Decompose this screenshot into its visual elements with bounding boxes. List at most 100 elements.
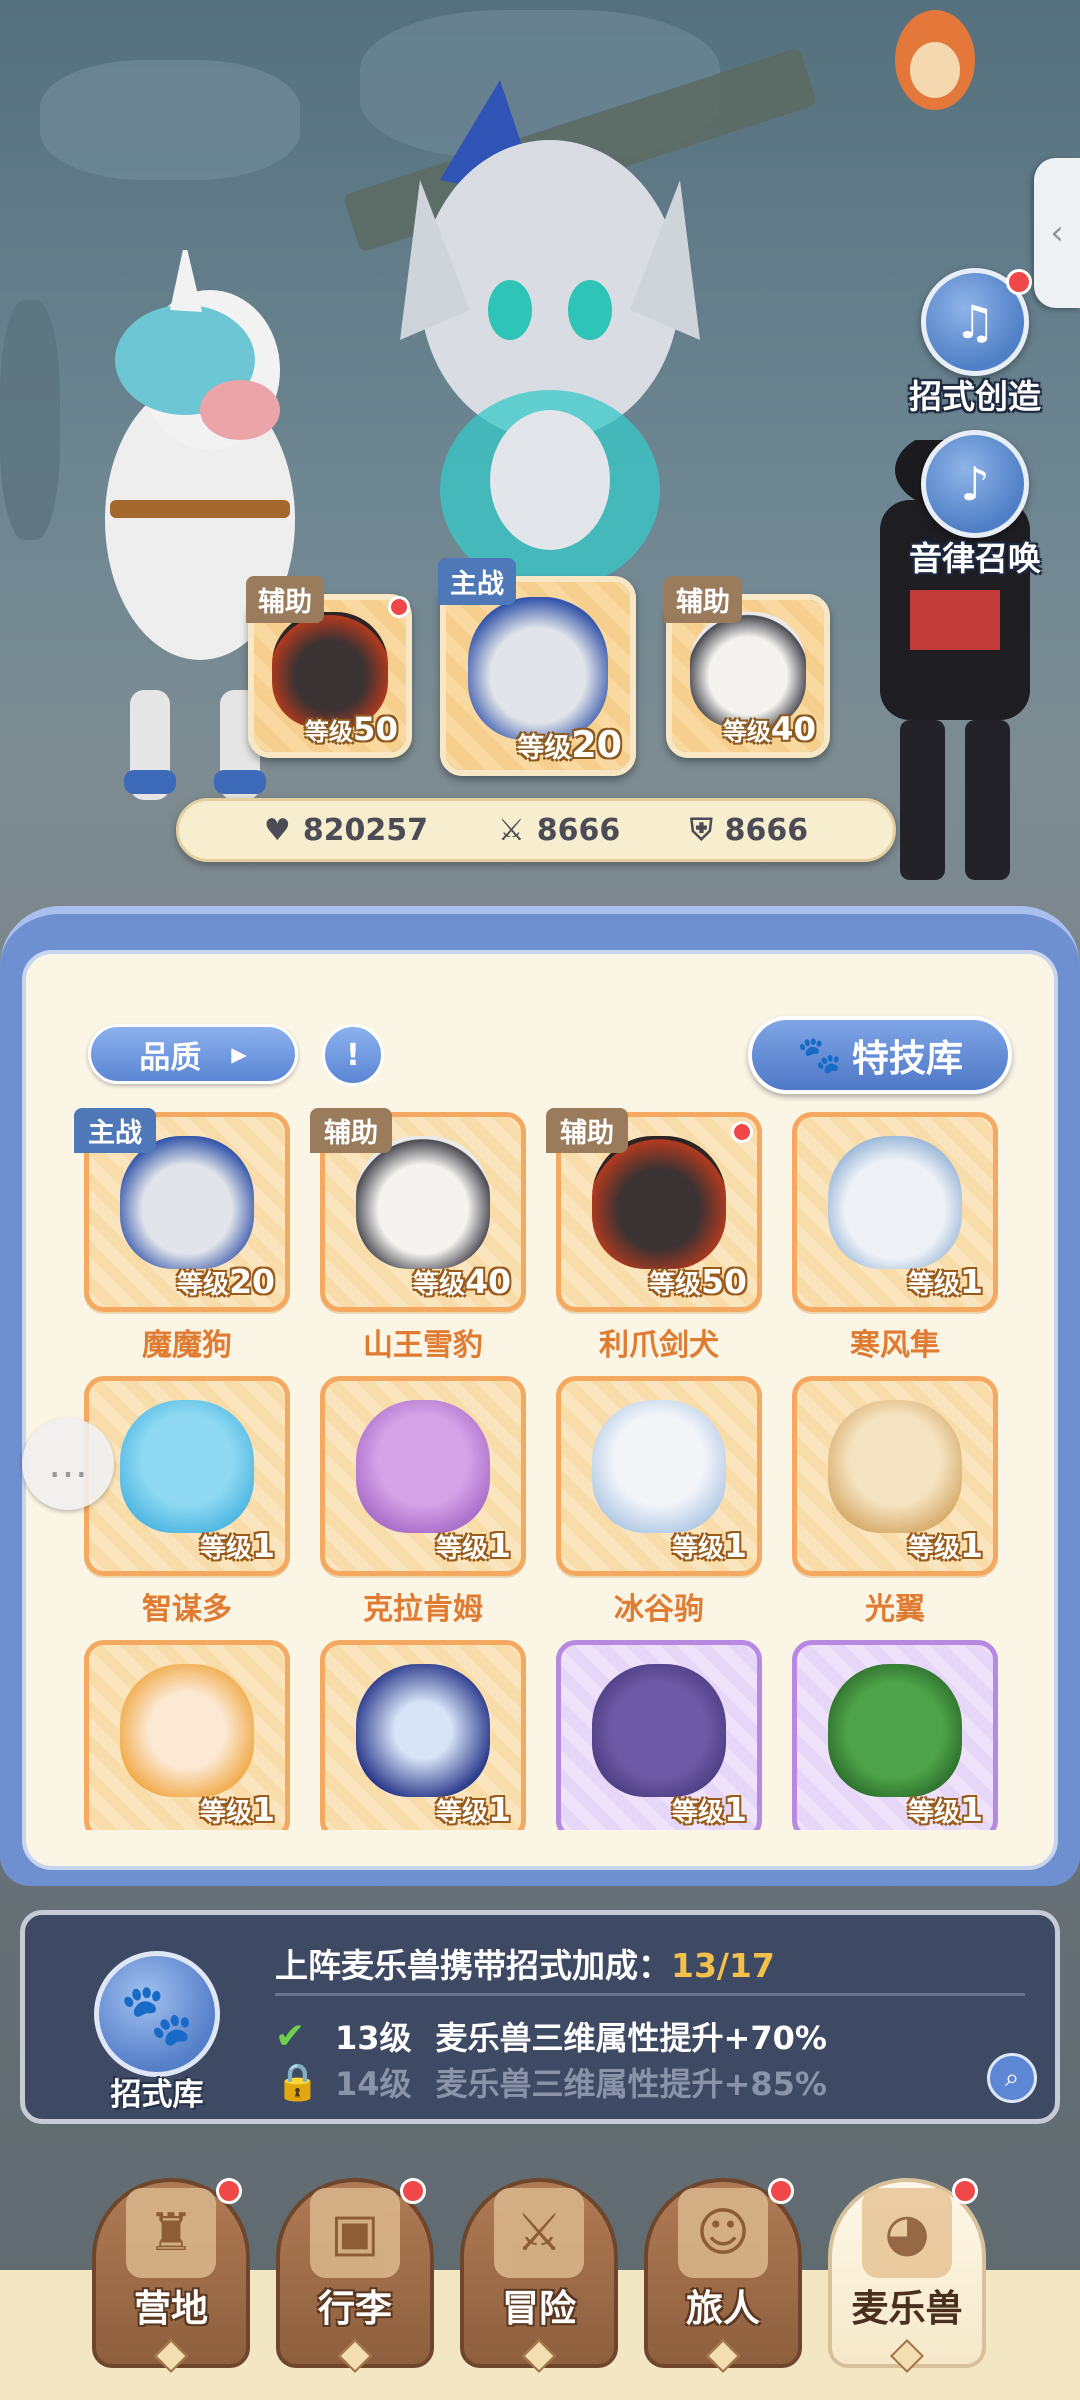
notification-dot: [1006, 269, 1032, 295]
melody-summon-label: 音律召唤: [909, 539, 1041, 578]
stat-defense: ⛨ 8666: [690, 812, 809, 848]
monster-grid: 主战 等级20 魔魔狗 辅助 等级40 山王雪豹 辅助 等级50 利爪剑犬 等级…: [60, 1100, 1020, 1830]
notification-dot: [388, 596, 410, 618]
monster-level: 等级40: [413, 1262, 511, 1301]
sort-icon: !: [346, 1037, 360, 1073]
monster-role-tag: 辅助: [310, 1108, 392, 1153]
monster-name: 利爪剑犬: [599, 1328, 719, 1363]
chat-icon: …: [48, 1441, 88, 1487]
monster-level: 等级50: [649, 1262, 747, 1301]
magnifier-icon: ⌕: [1004, 2062, 1020, 2093]
monster-card[interactable]: 等级1 克拉肯姆: [320, 1376, 526, 1628]
nav-adventure[interactable]: ⚔ 冒险: [460, 2178, 618, 2373]
beast-face-icon: ◕: [862, 2188, 952, 2278]
monster-portrait: [356, 1664, 490, 1797]
monster-portrait: [120, 1400, 254, 1533]
team-slot-support-2[interactable]: 辅助 等级40: [664, 576, 830, 758]
paw-icon: 🐾: [94, 1951, 220, 2077]
monster-level: 等级1: [200, 1526, 275, 1565]
divider: [275, 1993, 1025, 1996]
monster-level: 等级1: [908, 1526, 983, 1565]
monster-portrait: [828, 1136, 962, 1269]
monster-card[interactable]: 等级1 寒风隼: [792, 1112, 998, 1364]
nav-camp[interactable]: ♜ 营地: [92, 2178, 250, 2373]
lyre-icon: ♪: [921, 430, 1029, 538]
monster-portrait: [468, 597, 608, 740]
lock-icon: 🔒: [275, 2062, 320, 2103]
move-library-label: 招式库: [110, 2077, 204, 2113]
stat-hp: ♥ 820257: [263, 812, 429, 848]
skill-library-label: 特技库: [851, 1037, 963, 1080]
monster-level: 等级1: [436, 1526, 511, 1565]
quality-filter-label: 品质: [139, 1039, 202, 1076]
monster-portrait: [592, 1136, 726, 1269]
team-stats-bar: ♥ 820257 ⚔ 8666 ⛨ 8666: [176, 798, 896, 862]
slot-role-tag: 主战: [438, 558, 516, 605]
move-library-button[interactable]: 🐾 招式库: [87, 1951, 227, 2114]
monster-portrait: [120, 1664, 254, 1797]
paw-icon: 🐾: [797, 1035, 842, 1076]
monster-name: 光翼: [865, 1592, 925, 1627]
bonus-row-locked: 🔒 14级 麦乐兽三维属性提升+85%: [275, 2062, 827, 2103]
shield-icon: ⛨: [690, 812, 713, 848]
monster-card[interactable]: 辅助 等级40 山王雪豹: [310, 1108, 526, 1364]
magnifier-button[interactable]: ⌕: [987, 2053, 1037, 2103]
monster-card[interactable]: 辅助 等级50 利爪剑犬: [546, 1108, 762, 1364]
music-score-icon: ♫: [921, 268, 1032, 376]
nav-melody-beast[interactable]: ◕ 麦乐兽: [828, 2178, 986, 2373]
melody-summon-button[interactable]: ♪ 音律召唤: [890, 430, 1060, 580]
monster-portrait: [356, 1400, 490, 1533]
traveler-portrait-icon: ☺: [678, 2188, 768, 2278]
move-create-button[interactable]: ♫ 招式创造: [890, 268, 1060, 418]
quality-filter-button[interactable]: 品质 ▸: [88, 1024, 298, 1084]
castle-icon: ♜: [126, 2188, 216, 2278]
monster-name: 寒风隼: [850, 1328, 940, 1363]
monster-card[interactable]: 等级1: [320, 1640, 526, 1830]
notification-dot: [768, 2178, 794, 2204]
move-bonus-panel: 🐾 招式库 上阵麦乐兽携带招式加成：13/17 ✔ 13级 麦乐兽三维属性提升+…: [20, 1910, 1060, 2124]
notification-dot: [216, 2178, 242, 2204]
monster-card[interactable]: 等级1: [792, 1640, 998, 1830]
team-slot-main[interactable]: 主战 等级20: [438, 558, 636, 776]
sort-toggle-button[interactable]: !: [322, 1024, 384, 1086]
monster-portrait: [356, 1136, 490, 1269]
monster-role-tag: 辅助: [546, 1108, 628, 1153]
monster-role-tag: 主战: [74, 1108, 156, 1153]
nav-traveler[interactable]: ☺ 旅人: [644, 2178, 802, 2373]
monster-level: 等级1: [200, 1790, 275, 1829]
monster-name: 克拉肯姆: [363, 1592, 483, 1627]
bonus-row-unlocked: ✔ 13级 麦乐兽三维属性提升+70%: [275, 2015, 827, 2058]
monster-portrait: [592, 1664, 726, 1797]
monster-portrait: [592, 1400, 726, 1533]
slot-role-tag: 辅助: [246, 576, 324, 623]
monster-portrait: [120, 1136, 254, 1269]
crossed-swords-icon: ⚔: [497, 812, 525, 848]
monster-card[interactable]: 主战 等级20 魔魔狗: [74, 1108, 290, 1364]
team-slot-support-1[interactable]: 辅助 等级50: [246, 576, 412, 758]
scene-rock: [40, 60, 300, 180]
monster-level: 等级20: [177, 1262, 275, 1301]
slot-level: 等级40: [722, 710, 816, 748]
notification-dot: [952, 2178, 978, 2204]
notification-dot: [731, 1121, 753, 1143]
monster-name: 智谋多: [142, 1592, 232, 1627]
small-fox-creature: [880, 0, 990, 120]
stat-attack: ⚔ 8666: [497, 812, 621, 848]
move-create-label: 招式创造: [909, 377, 1041, 416]
monster-card[interactable]: 等级1 光翼: [792, 1376, 998, 1628]
monster-name: 冰谷驹: [614, 1592, 704, 1627]
monster-card[interactable]: 等级1: [84, 1640, 290, 1830]
monster-level: 等级1: [672, 1526, 747, 1565]
skill-library-button[interactable]: 🐾 特技库: [748, 1016, 1012, 1094]
monster-level: 等级1: [672, 1790, 747, 1829]
caret-right-icon: ▸: [231, 1036, 247, 1072]
slot-level: 等级20: [517, 723, 622, 766]
checkmark-icon: ✔: [275, 2015, 306, 2057]
crossed-swords-icon: ⚔: [494, 2188, 584, 2278]
monster-card[interactable]: 等级1 智谋多: [84, 1376, 290, 1628]
chat-button[interactable]: …: [22, 1418, 114, 1510]
monster-card[interactable]: 等级1: [556, 1640, 762, 1830]
nav-luggage[interactable]: ▣ 行李: [276, 2178, 434, 2373]
monster-card[interactable]: 等级1 冰谷驹: [556, 1376, 762, 1628]
monster-level: 等级1: [436, 1790, 511, 1829]
